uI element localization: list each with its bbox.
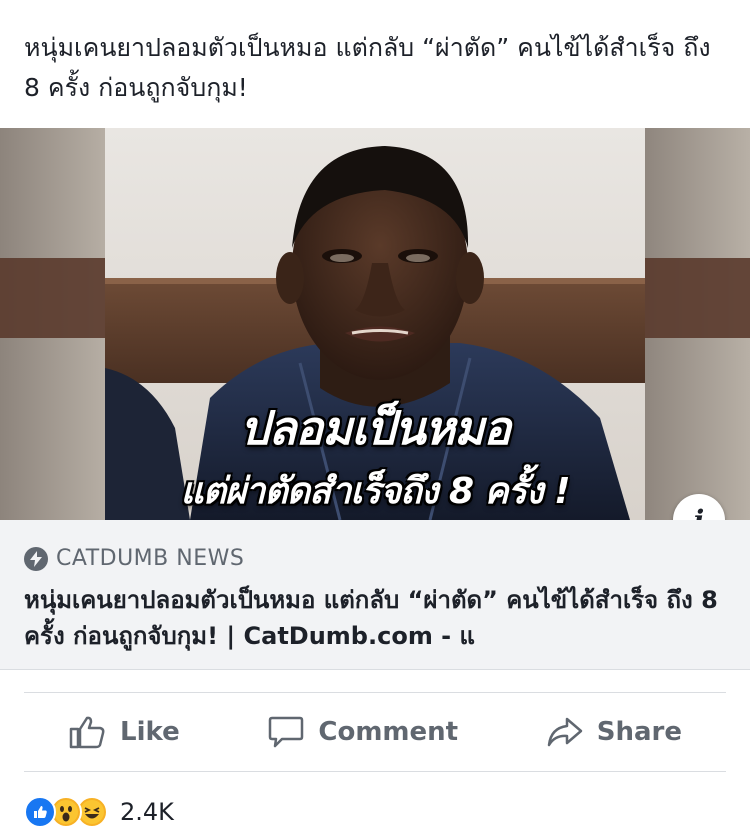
share-label: Share <box>596 717 682 747</box>
share-arrow-icon <box>547 717 582 747</box>
comment-button[interactable]: Comment <box>224 715 502 749</box>
thumbs-up-icon <box>69 716 105 749</box>
lightning-bolt-icon <box>24 546 48 571</box>
share-button[interactable]: Share <box>503 716 726 748</box>
link-preview-meta[interactable]: CATDUMB NEWS หนุ่มเคนยาปลอมตัวเป็นหมอ แต… <box>0 520 750 670</box>
reaction-count: 2.4K <box>120 798 174 826</box>
image-overlay-title: ปลอมเป็นหมอ <box>240 401 511 455</box>
image-overlay-subtitle: แต่ผ่าตัดสำเร็จถึง 8 ครั้ง ! <box>180 471 570 512</box>
link-source: CATDUMB NEWS <box>24 546 244 571</box>
link-preview-image[interactable]: ปลอมเป็นหมอ แต่ผ่าตัดสำเร็จถึง 8 ครั้ง ! <box>0 128 750 520</box>
like-button[interactable]: Like <box>24 714 224 750</box>
post-text: หนุ่มเคนยาปลอมตัวเป็นหมอ แต่กลับ “ผ่าตัด… <box>24 33 711 102</box>
link-title[interactable]: หนุ่มเคนยาปลอมตัวเป็นหมอ แต่กลับ “ผ่าตัด… <box>24 582 724 654</box>
post-actions-bar: Like Comment Share <box>24 692 726 772</box>
like-reaction-icon <box>24 796 56 828</box>
like-label: Like <box>120 717 180 747</box>
comment-label: Comment <box>318 717 459 747</box>
source-name: CATDUMB NEWS <box>56 546 245 571</box>
comment-icon <box>269 716 304 748</box>
reactions-summary[interactable]: 2.4K <box>24 796 174 828</box>
